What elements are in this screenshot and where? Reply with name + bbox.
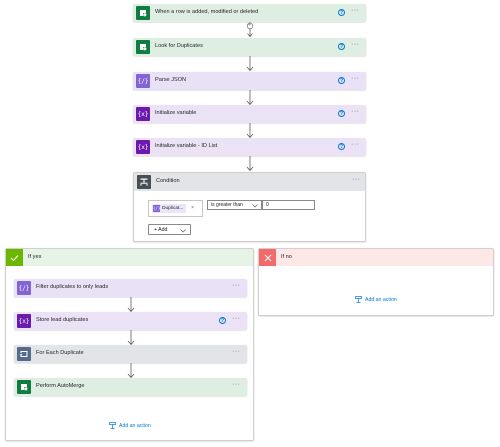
if-no-branch: If no Add an action: [258, 248, 494, 316]
dynamic-token[interactable]: {/} Duplicat... ×: [152, 204, 194, 213]
initialize-variable-card[interactable]: {x} Initialize variable ? ···: [133, 105, 366, 123]
right-operand-value: 0: [266, 202, 269, 208]
add-condition-button[interactable]: + Add: [148, 224, 191, 235]
add-action-button-no[interactable]: Add an action: [355, 296, 405, 304]
condition-title: Condition: [156, 178, 180, 184]
parse-json-card[interactable]: {/} Parse JSON ? ···: [133, 72, 366, 90]
look-for-duplicates-title: Look for Duplicates: [155, 43, 203, 49]
variable-icon: {x}: [136, 107, 150, 121]
more-options-icon[interactable]: ···: [351, 108, 360, 115]
connector-arrow: [246, 156, 254, 172]
connector-arrow: [246, 123, 254, 139]
data-operation-icon: {/}: [17, 281, 31, 295]
parse-json-title: Parse JSON: [155, 77, 187, 83]
variable-icon: {x}: [17, 314, 31, 328]
dataverse-icon: [136, 6, 150, 20]
operator-dropdown[interactable]: is greater than: [207, 200, 262, 210]
token-label: Duplicat...: [162, 206, 184, 211]
more-options-icon[interactable]: ···: [351, 75, 360, 82]
variable-icon: {x}: [136, 140, 150, 154]
if-no-title: If no: [281, 254, 292, 260]
initialize-variable-id-list-title: Initialize variable - ID List: [155, 143, 218, 149]
help-icon[interactable]: ?: [219, 317, 226, 324]
trigger-title: When a row is added, modified or deleted: [155, 9, 259, 15]
help-icon[interactable]: ?: [338, 9, 345, 16]
if-yes-title: If yes: [28, 254, 42, 260]
connector-arrow: [127, 363, 135, 379]
loop-icon: [17, 347, 31, 361]
for-each-duplicate-title: For Each Duplicate: [36, 350, 84, 356]
condition-card: Condition ··· {/} Duplicat... × is great…: [133, 172, 366, 242]
operator-value: is greater than: [211, 202, 243, 208]
token-remove-icon[interactable]: ×: [191, 204, 194, 213]
if-yes-header[interactable]: If yes: [6, 249, 253, 266]
more-options-icon[interactable]: ···: [351, 41, 360, 48]
left-operand-field[interactable]: {/} Duplicat... ×: [148, 200, 203, 217]
add-action-label: Add an action: [365, 296, 397, 303]
perform-automerge-card[interactable]: Perform AutoMerge ···: [14, 378, 247, 396]
close-icon: [259, 249, 276, 266]
trigger-card[interactable]: When a row is added, modified or deleted…: [133, 4, 366, 22]
chevron-down-icon: [180, 229, 186, 233]
token-icon: {/}: [153, 205, 161, 212]
right-operand-field[interactable]: 0: [262, 200, 315, 210]
check-icon: [6, 249, 23, 266]
filter-duplicates-card[interactable]: {/} Filter duplicates to only leads ···: [14, 279, 247, 297]
dataverse-icon: [136, 40, 150, 54]
store-lead-duplicates-card[interactable]: {x} Store lead duplicates ? ···: [14, 312, 247, 330]
filter-duplicates-title: Filter duplicates to only leads: [36, 284, 109, 290]
more-options-icon[interactable]: ···: [232, 348, 241, 355]
data-operation-icon: {/}: [136, 74, 150, 88]
look-for-duplicates-card[interactable]: Look for Duplicates ? ···: [133, 38, 366, 56]
initialize-variable-id-list-card[interactable]: {x} Initialize variable - ID List ? ···: [133, 138, 366, 156]
initialize-variable-title: Initialize variable: [155, 110, 197, 116]
for-each-duplicate-card[interactable]: For Each Duplicate ···: [14, 345, 247, 363]
connector-arrow: [127, 330, 135, 346]
if-no-header[interactable]: If no: [259, 249, 493, 266]
add-action-button-yes[interactable]: Add an action: [109, 422, 159, 430]
condition-icon: [137, 175, 151, 189]
help-icon[interactable]: ?: [338, 77, 345, 84]
insert-plus: +: [248, 22, 251, 28]
store-lead-duplicates-title: Store lead duplicates: [36, 317, 89, 323]
chevron-down-icon: [252, 204, 258, 208]
connector-arrow: [246, 56, 254, 72]
add-action-icon: [355, 296, 362, 303]
help-icon[interactable]: ?: [338, 143, 345, 150]
help-icon[interactable]: ?: [338, 43, 345, 50]
if-yes-branch: If yes {/} Filter duplicates to only lea…: [5, 248, 254, 441]
more-options-icon[interactable]: ···: [351, 141, 360, 148]
add-action-icon: [109, 422, 116, 429]
more-options-icon[interactable]: ···: [351, 7, 360, 14]
more-options-icon[interactable]: ···: [232, 315, 241, 322]
more-options-icon[interactable]: ···: [352, 176, 361, 183]
more-options-icon[interactable]: ···: [232, 282, 241, 289]
more-options-icon[interactable]: ···: [232, 381, 241, 388]
condition-header[interactable]: Condition ···: [134, 173, 365, 191]
insert-step-button[interactable]: +: [244, 22, 256, 38]
help-icon[interactable]: ?: [338, 110, 345, 117]
add-condition-label: + Add: [154, 227, 168, 233]
dataverse-icon: [17, 380, 31, 394]
add-action-label: Add an action: [119, 422, 151, 429]
connector-arrow: [246, 90, 254, 106]
perform-automerge-title: Perform AutoMerge: [36, 383, 85, 389]
connector-arrow: [127, 297, 135, 313]
